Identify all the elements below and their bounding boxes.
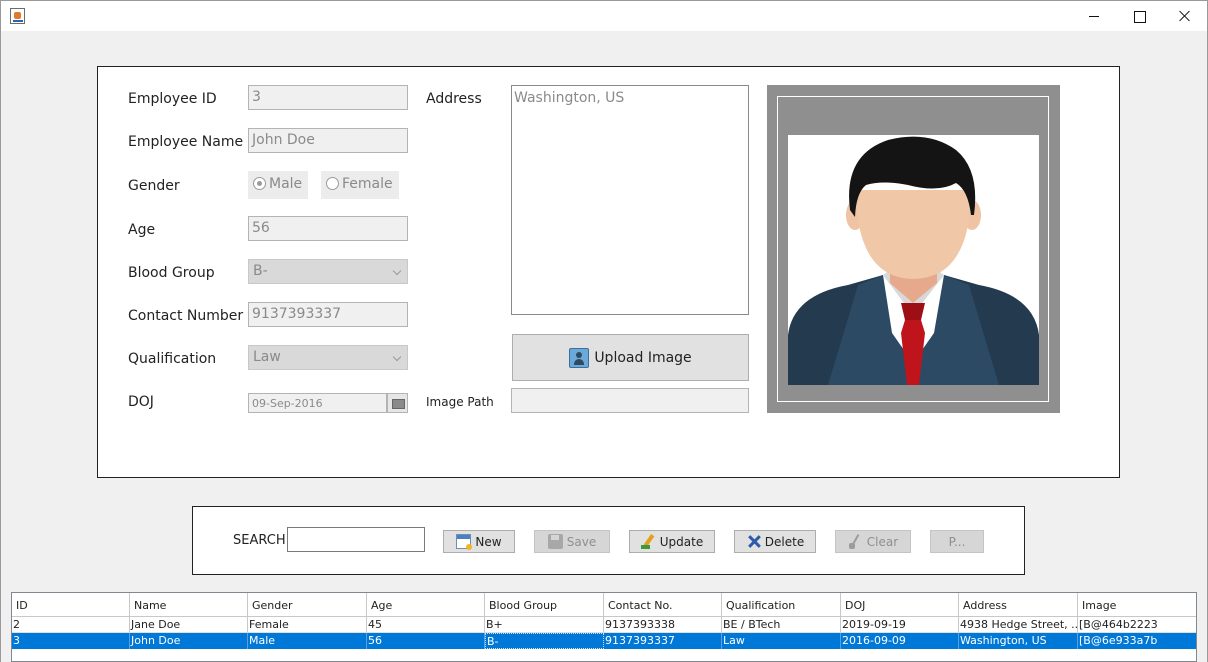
employee-table[interactable]: ID Name Gender Age Blood Group Contact N…	[11, 592, 1197, 662]
chevron-down-icon	[392, 352, 402, 362]
new-record-icon	[456, 534, 473, 550]
employee-form-panel: Employee ID 3 Employee Name John Doe Gen…	[97, 66, 1120, 478]
print-button[interactable]: P...	[930, 530, 984, 553]
maximize-icon[interactable]	[1116, 1, 1162, 32]
update-button[interactable]: Update	[629, 530, 715, 553]
column-header[interactable]: Age	[367, 593, 485, 617]
table-header: ID Name Gender Age Blood Group Contact N…	[12, 593, 1196, 617]
title-bar	[0, 0, 1208, 31]
clear-button[interactable]: Clear	[835, 530, 911, 553]
clear-button-label: Clear	[866, 534, 899, 549]
avatar-illustration	[788, 136, 1039, 385]
column-header[interactable]: Blood Group	[485, 593, 604, 617]
table-cell: [B@6e933a7b	[1079, 634, 1158, 647]
employee-photo-frame	[767, 85, 1060, 413]
image-path-field[interactable]	[511, 388, 749, 413]
delete-button[interactable]: Delete	[734, 530, 816, 553]
column-header[interactable]: ID	[12, 593, 130, 617]
radio-selected-icon	[253, 177, 266, 190]
contact-number-field[interactable]: 9137393337	[248, 302, 408, 327]
address-textarea[interactable]: Washington, US	[511, 85, 749, 315]
search-input[interactable]	[287, 527, 425, 552]
image-path-label: Image Path	[426, 395, 494, 409]
employee-name-label: Employee Name	[128, 134, 244, 150]
employee-id-label: Employee ID	[128, 91, 217, 107]
employee-id-field[interactable]: 3	[248, 85, 408, 110]
update-button-label: Update	[659, 534, 704, 549]
table-cell: 45	[367, 617, 485, 633]
column-header[interactable]: Contact No.	[604, 593, 722, 617]
user-upload-icon	[569, 347, 590, 368]
table-cell: 2	[12, 617, 130, 633]
contact-number-label: Contact Number	[128, 308, 244, 324]
table-cell: 3	[12, 633, 130, 649]
table-cell: Law	[722, 633, 841, 649]
blood-group-select[interactable]: B-	[248, 259, 408, 284]
table-cell: B+	[485, 617, 604, 633]
save-icon	[547, 534, 563, 549]
address-label: Address	[426, 91, 482, 107]
column-header[interactable]: DOJ	[841, 593, 959, 617]
column-header[interactable]: Address	[959, 593, 1078, 617]
qualification-label: Qualification	[128, 351, 217, 367]
new-button-label: New	[475, 534, 502, 549]
edit-icon	[640, 534, 656, 549]
table-cell: 9137393338	[604, 617, 722, 633]
action-toolbar: SEARCH New Save Update Delete Clear P...	[192, 506, 1025, 575]
table-cell: BE / BTech	[722, 617, 841, 633]
qualification-value: Law	[253, 349, 281, 365]
table-cell: Male	[248, 633, 367, 649]
table-cell: 9137393337	[604, 633, 722, 649]
table-cell: 2016-09-09	[841, 633, 959, 649]
upload-image-button[interactable]: Upload Image	[512, 334, 749, 381]
table-cell: 2019-09-19	[841, 617, 959, 633]
gender-label: Gender	[128, 178, 180, 194]
doj-label: DOJ	[128, 394, 154, 410]
employee-name-field[interactable]: John Doe	[248, 128, 408, 153]
minimize-icon[interactable]	[1071, 1, 1117, 32]
age-label: Age	[128, 222, 156, 238]
java-app-icon	[10, 8, 25, 24]
table-row-selected[interactable]: 3 John Doe Male 56 B- 9137393337 Law 201…	[12, 633, 1196, 649]
table-row[interactable]: 2 Jane Doe Female 45 B+ 9137393338 BE / …	[12, 617, 1196, 633]
column-header[interactable]: Name	[130, 593, 248, 617]
delete-button-label: Delete	[764, 534, 805, 549]
save-button-label: Save	[566, 534, 597, 549]
new-button[interactable]: New	[443, 530, 515, 553]
table-cell: Washington, US	[959, 633, 1078, 649]
qualification-select[interactable]: Law	[248, 345, 408, 370]
table-cell-focused: B-	[485, 633, 604, 649]
employee-photo	[788, 135, 1039, 385]
chevron-down-icon	[392, 266, 402, 276]
table-cell: [B@464b2223	[1078, 617, 1196, 633]
gender-female-radio[interactable]: Female	[321, 171, 399, 199]
column-header[interactable]: Qualification	[722, 593, 841, 617]
age-field[interactable]: 56	[248, 216, 408, 241]
broom-icon	[848, 534, 863, 549]
table-cell: Jane Doe	[130, 617, 248, 633]
table-cell: John Doe	[130, 633, 248, 649]
print-button-label: P...	[948, 534, 966, 549]
column-header[interactable]: Gender	[248, 593, 367, 617]
radio-unselected-icon	[326, 177, 339, 190]
gender-male-label: Male	[269, 176, 303, 192]
save-button[interactable]: Save	[534, 530, 610, 553]
delete-icon	[746, 534, 761, 549]
upload-image-label: Upload Image	[594, 349, 692, 366]
blood-group-value: B-	[253, 263, 268, 279]
gender-male-radio[interactable]: Male	[248, 171, 309, 199]
blood-group-label: Blood Group	[128, 265, 215, 281]
table-cell: Female	[248, 617, 367, 633]
photo-border	[777, 96, 1049, 402]
table-cell: 56	[367, 633, 485, 649]
search-label: SEARCH	[233, 533, 286, 548]
calendar-icon[interactable]	[387, 393, 408, 413]
close-icon[interactable]	[1162, 1, 1208, 32]
table-cell: 4938 Hedge Street, ...	[959, 617, 1078, 633]
doj-date-picker: 09-Sep-2016	[248, 393, 408, 413]
gender-female-label: Female	[342, 176, 393, 192]
doj-field[interactable]: 09-Sep-2016	[248, 393, 387, 413]
column-header[interactable]: Image	[1078, 593, 1196, 617]
